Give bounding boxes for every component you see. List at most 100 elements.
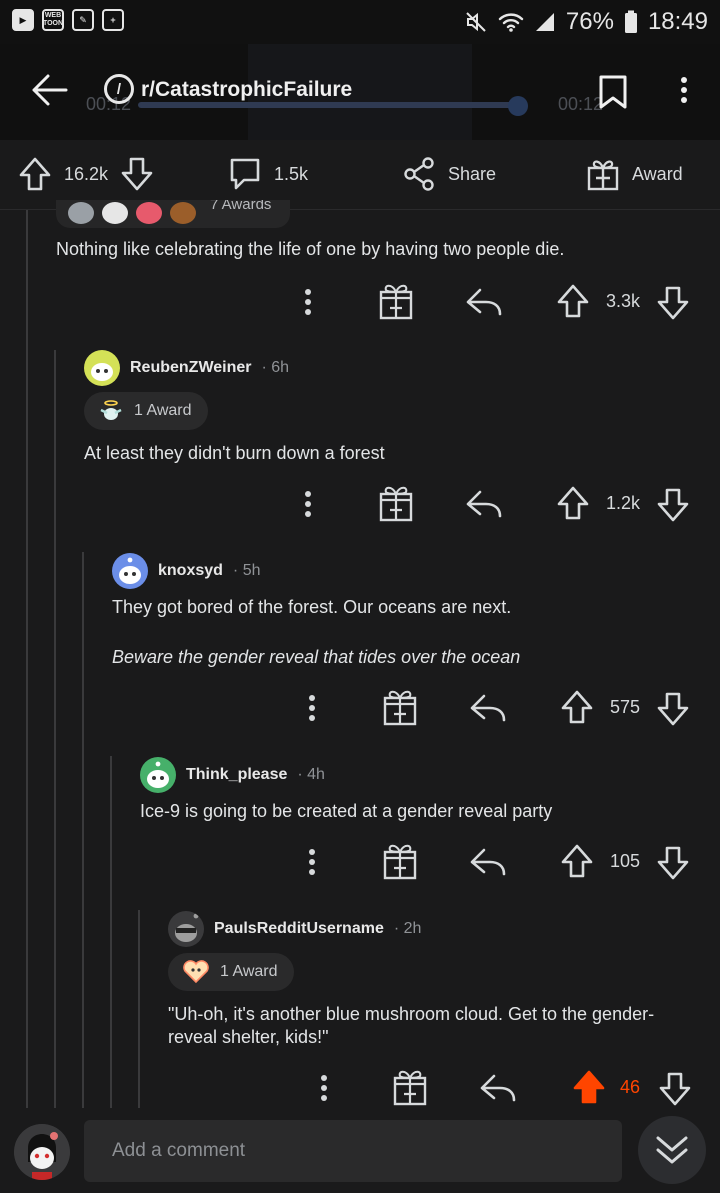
- plus-box-icon: +: [102, 9, 124, 31]
- gift-icon[interactable]: [382, 840, 418, 884]
- comment-actions: 105: [294, 840, 700, 884]
- mute-icon: [464, 10, 488, 34]
- avatar[interactable]: [84, 350, 120, 386]
- more-vertical-icon[interactable]: [298, 280, 318, 324]
- comment-header: ReubenZWeiner · 6h: [84, 350, 289, 386]
- comments-button[interactable]: 1.5k: [228, 156, 308, 192]
- upvote-icon[interactable]: [560, 840, 594, 884]
- awards-count: 7 Awards: [210, 200, 272, 213]
- user-avatar-icon: [14, 1124, 70, 1180]
- award-pill[interactable]: 1 Award: [168, 953, 294, 991]
- subreddit-name[interactable]: r/CatastrophicFailure: [141, 78, 352, 102]
- status-bar: ▶ WEB TOON ✎ + 76% 18:49: [0, 0, 720, 44]
- share-button[interactable]: Share: [402, 156, 496, 192]
- reply-icon[interactable]: [468, 840, 508, 884]
- avatar[interactable]: [168, 911, 204, 947]
- video-progress-track[interactable]: [138, 102, 518, 108]
- awards-chip[interactable]: 7 Awards: [56, 200, 290, 228]
- upvote-icon[interactable]: [560, 686, 594, 730]
- reply-icon[interactable]: [464, 482, 504, 526]
- downvote-icon[interactable]: [656, 686, 690, 730]
- comment-score: 1.2k: [606, 493, 641, 513]
- thread-line-depth-1[interactable]: [26, 210, 28, 1108]
- gift-icon[interactable]: [378, 482, 414, 526]
- back-button[interactable]: [28, 70, 72, 110]
- user-avatar[interactable]: [14, 1124, 70, 1180]
- more-vertical-icon[interactable]: [302, 686, 322, 730]
- upvote-icon[interactable]: [556, 482, 590, 526]
- comment-author[interactable]: Think_please: [186, 766, 287, 784]
- comment-actions: 46: [308, 1066, 700, 1110]
- battery-percent: 76%: [565, 8, 614, 35]
- more-vertical-icon[interactable]: [314, 1066, 334, 1110]
- comment-composer-bar: [0, 1108, 720, 1193]
- notification-icons: ▶ WEB TOON ✎ +: [12, 9, 124, 31]
- post-score: 16.2k: [64, 163, 109, 184]
- thread-line-depth-4[interactable]: [110, 756, 112, 1108]
- avatar[interactable]: [112, 553, 148, 589]
- downvote-icon[interactable]: [658, 1066, 692, 1110]
- comment-age: · 5h: [232, 562, 261, 579]
- youtube-icon: ▶: [12, 9, 34, 31]
- clock: 18:49: [647, 8, 708, 35]
- edit-icon: ✎: [72, 9, 94, 31]
- avatar[interactable]: [140, 757, 176, 793]
- comment-score: 575: [610, 697, 641, 717]
- comment-header: PaulsRedditUsername · 2h: [168, 911, 421, 947]
- downvote-icon[interactable]: [120, 156, 154, 192]
- bookmark-button[interactable]: [598, 74, 628, 110]
- upvote-icon[interactable]: [556, 280, 590, 324]
- comment-author[interactable]: knoxsyd: [158, 562, 223, 580]
- back-arrow-icon: [32, 74, 68, 106]
- downvote-icon[interactable]: [656, 482, 690, 526]
- more-vertical-icon[interactable]: [298, 482, 318, 526]
- thread-line-depth-2[interactable]: [54, 350, 56, 1108]
- gift-icon[interactable]: [392, 1066, 428, 1110]
- comment-author[interactable]: PaulsRedditUsername: [214, 920, 384, 938]
- comment-body: They got bored of the forest. Our oceans…: [112, 597, 512, 617]
- award-pill[interactable]: 1 Award: [84, 392, 208, 430]
- reply-icon[interactable]: [464, 280, 504, 324]
- more-options-button[interactable]: [672, 74, 696, 110]
- award-label: 1 Award: [134, 402, 192, 419]
- comment-author[interactable]: ReubenZWeiner: [130, 359, 252, 377]
- comment-age: · 6h: [261, 359, 290, 376]
- system-status: 76% 18:49: [464, 8, 708, 36]
- thread-line-depth-3[interactable]: [82, 552, 84, 1108]
- snoo-avatar-icon: [175, 913, 199, 942]
- post-header: 00:12 00:12 / r/CatastrophicFailure: [0, 44, 720, 140]
- comment-input[interactable]: [84, 1120, 622, 1182]
- video-scrubber[interactable]: [508, 96, 528, 116]
- subreddit-icon[interactable]: /: [104, 74, 134, 104]
- downvote-icon[interactable]: [656, 840, 690, 884]
- award-button[interactable]: Award: [586, 156, 683, 192]
- post-vote-group: 16.2k: [18, 156, 154, 192]
- more-vertical-icon: [681, 77, 687, 103]
- comment-actions: 3.3k: [290, 280, 700, 324]
- reply-icon[interactable]: [468, 686, 508, 730]
- award-label: 1 Award: [220, 963, 278, 980]
- gift-icon[interactable]: [378, 280, 414, 324]
- gift-icon[interactable]: [382, 686, 418, 730]
- comment-header: knoxsyd · 5h: [112, 553, 261, 589]
- downvote-icon[interactable]: [656, 280, 690, 324]
- snoo-avatar-icon: [91, 363, 113, 381]
- webtoon-icon: WEB TOON: [42, 9, 64, 31]
- upvote-icon[interactable]: [18, 156, 52, 192]
- comment-body: Nothing like celebrating the life of one…: [56, 239, 565, 259]
- comment-age: · 4h: [297, 766, 325, 783]
- next-comment-button[interactable]: [638, 1116, 706, 1184]
- more-vertical-icon[interactable]: [302, 840, 322, 884]
- thread-line-depth-5[interactable]: [138, 910, 140, 1108]
- angel-award-icon: [100, 400, 122, 420]
- reply-icon[interactable]: [478, 1066, 518, 1110]
- wholesome-award-icon: [102, 202, 128, 224]
- comment-body: At least they didn't burn down a forest: [84, 443, 385, 463]
- upvote-icon[interactable]: [572, 1066, 606, 1110]
- comment-body: Ice-9 is going to be created at a gender…: [140, 801, 553, 821]
- comment-score: 3.3k: [606, 291, 641, 311]
- chevron-double-down-icon: [656, 1136, 688, 1164]
- award-icons: [68, 202, 196, 224]
- award-label: Award: [632, 163, 683, 184]
- share-label: Share: [448, 163, 497, 184]
